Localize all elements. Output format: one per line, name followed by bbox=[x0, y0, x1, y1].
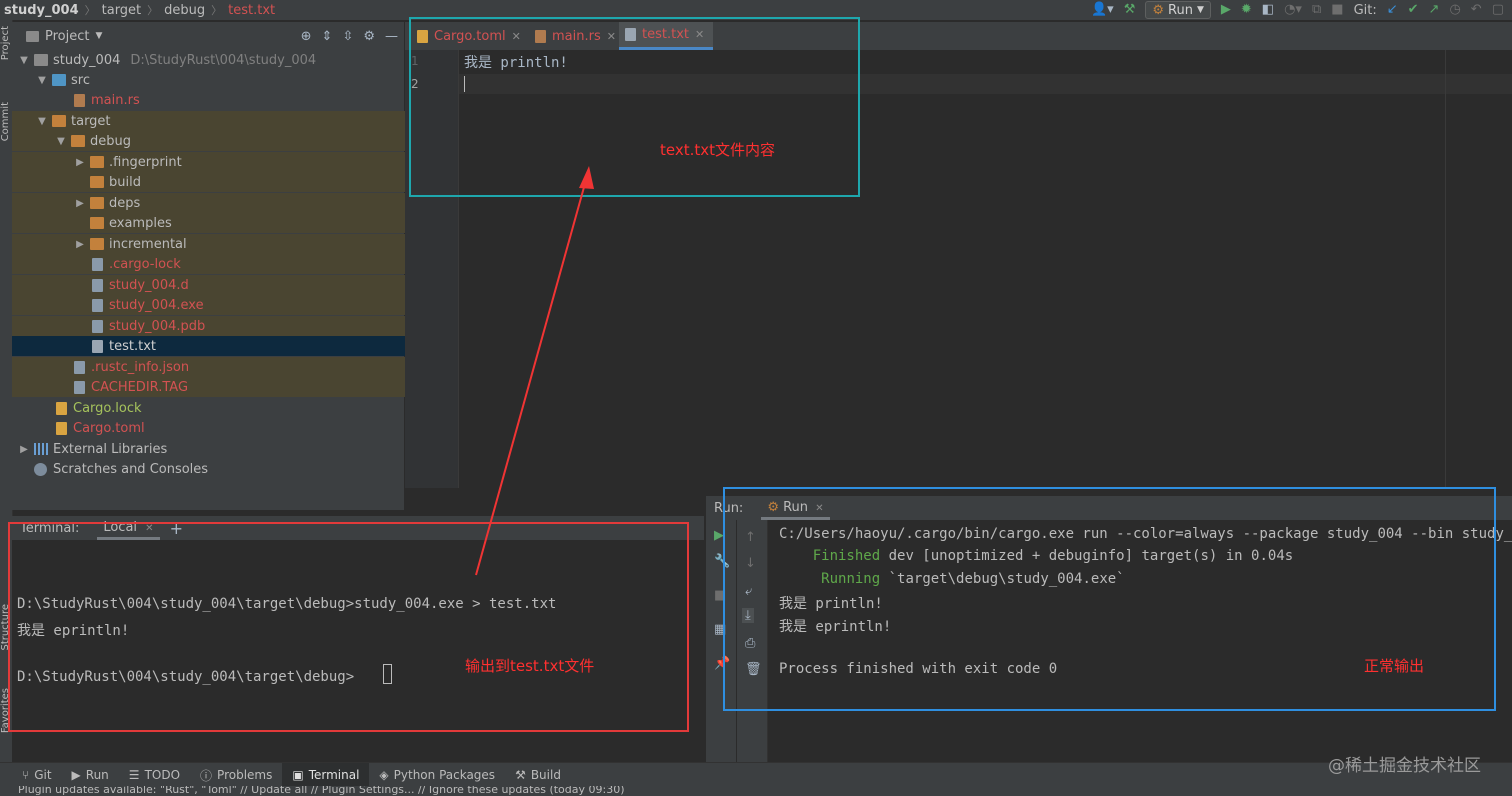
arrow-head bbox=[579, 166, 594, 189]
annotation-normal-output: 正常输出 bbox=[1364, 657, 1425, 675]
annotation-output-to-file: 输出到test.txt文件 bbox=[465, 657, 595, 675]
watermark: @稀土掘金技术社区 bbox=[1328, 756, 1481, 776]
annotation-file-content: text.txt文件内容 bbox=[660, 141, 776, 159]
annotation-arrow bbox=[475, 166, 594, 576]
arrow-line bbox=[475, 179, 587, 576]
